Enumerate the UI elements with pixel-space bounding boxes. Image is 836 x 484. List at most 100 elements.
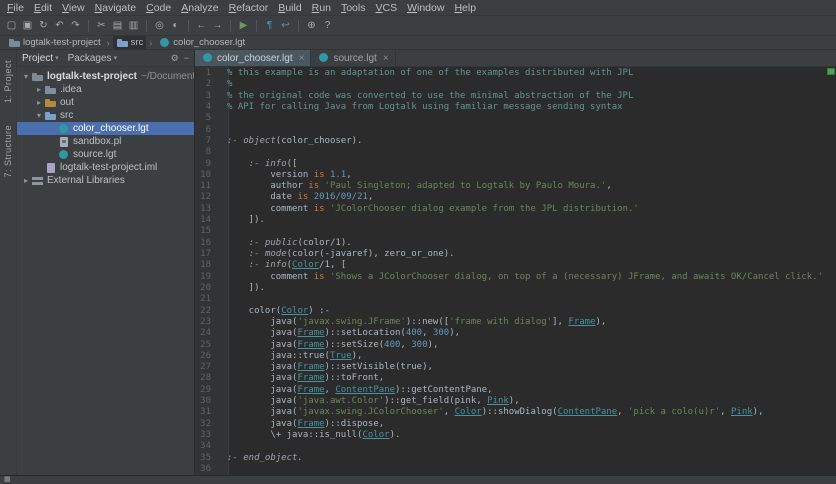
forward-icon[interactable]: → [210, 18, 225, 33]
line-number[interactable]: 20 [195, 283, 220, 294]
line-number[interactable]: 22 [195, 306, 220, 317]
line-number[interactable]: 27 [195, 362, 220, 373]
code-text[interactable]: ]). [220, 215, 265, 226]
editor-tab-color-chooser-lgt[interactable]: color_chooser.lgt × [195, 50, 312, 66]
code-text[interactable]: java(Frame)::setVisible(true), [220, 362, 433, 373]
line-number[interactable]: 31 [195, 407, 220, 418]
line-number[interactable]: 18 [195, 260, 220, 271]
line-number[interactable]: 2 [195, 79, 220, 90]
code-text[interactable]: author is 'Paul Singleton; adapted to Lo… [220, 181, 611, 192]
panel-tab-packages[interactable]: Packages ▾ [68, 53, 117, 64]
code-text[interactable]: java('javax.swing.JColorChooser', Color)… [220, 407, 763, 418]
help-icon[interactable]: ? [320, 18, 335, 33]
line-number[interactable]: 34 [195, 441, 220, 452]
code-text[interactable] [220, 441, 227, 452]
code-text[interactable]: % this example is an adaptation of one o… [220, 68, 633, 79]
close-icon[interactable]: × [383, 53, 389, 64]
code-text[interactable]: \+ java::is_null(Color). [220, 430, 400, 441]
line-number[interactable]: 30 [195, 396, 220, 407]
line-number[interactable]: 4 [195, 102, 220, 113]
line-number[interactable]: 9 [195, 159, 220, 170]
tree-item-source-lgt[interactable]: source.lgt [17, 148, 194, 161]
code-text[interactable]: java(Frame)::setSize(400, 300), [220, 340, 438, 351]
menu-item-vcs[interactable]: VCS [370, 2, 402, 14]
line-number[interactable]: 26 [195, 351, 220, 362]
code-editor[interactable]: 1 % this example is an adaptation of one … [195, 68, 828, 475]
synchronize-icon[interactable]: ↻ [36, 18, 51, 33]
scrollbar-stripe[interactable] [828, 67, 836, 475]
code-text[interactable]: java(Frame)::setLocation(400, 300), [220, 328, 460, 339]
open-project-icon[interactable]: ▢ [4, 18, 19, 33]
back-icon[interactable]: ← [194, 18, 209, 33]
replace-icon[interactable]: ◐ [168, 18, 183, 33]
find-icon[interactable]: ◎ [152, 18, 167, 33]
breadcrumb-color-chooser-lgt[interactable]: color_chooser.lgt [155, 36, 248, 49]
code-text[interactable]: comment is 'JColorChooser dialog example… [220, 204, 638, 215]
tree-item-color-chooser-lgt[interactable]: color_chooser.lgt [17, 122, 194, 135]
code-text[interactable]: version is 1.1, [220, 170, 351, 181]
line-number[interactable]: 33 [195, 430, 220, 441]
menu-item-view[interactable]: View [57, 2, 90, 14]
code-text[interactable]: java('javax.swing.JFrame')::new(['frame … [220, 317, 606, 328]
menu-item-refactor[interactable]: Refactor [224, 2, 274, 14]
code-text[interactable]: :- public(color/1). [220, 238, 352, 249]
code-text[interactable]: java('java.awt.Color')::get_field(pink, … [220, 396, 519, 407]
pilcrow-icon[interactable]: ¶ [262, 18, 277, 33]
line-number[interactable]: 7 [195, 136, 220, 147]
code-text[interactable] [220, 464, 227, 475]
code-text[interactable]: % [220, 79, 232, 90]
chevron-collapsed-icon[interactable]: ▸ [34, 85, 44, 94]
code-text[interactable] [220, 147, 227, 158]
menu-item-run[interactable]: Run [307, 2, 336, 14]
code-text[interactable]: :- mode(color(-javaref), zero_or_one). [220, 249, 455, 260]
run-icon[interactable]: ▶ [236, 18, 251, 33]
line-number[interactable]: 24 [195, 328, 220, 339]
cut-icon[interactable]: ✂ [94, 18, 109, 33]
line-number[interactable]: 10 [195, 170, 220, 181]
settings-icon[interactable]: ⚙ [171, 53, 179, 64]
tree-item-sandbox-pl[interactable]: sandbox.pl [17, 135, 194, 148]
line-number[interactable]: 28 [195, 373, 220, 384]
code-text[interactable]: java(Frame)::dispose, [220, 419, 384, 430]
line-number[interactable]: 13 [195, 204, 220, 215]
line-number[interactable]: 11 [195, 181, 220, 192]
code-text[interactable] [220, 294, 227, 305]
code-text[interactable] [220, 226, 227, 237]
line-number[interactable]: 5 [195, 113, 220, 124]
code-text[interactable]: java::true(True), [220, 351, 362, 362]
menu-item-tools[interactable]: Tools [336, 2, 371, 14]
save-all-icon[interactable]: ▣ [20, 18, 35, 33]
chevron-collapsed-icon[interactable]: ▸ [34, 98, 44, 107]
breadcrumb-logtalk-test-project[interactable]: logtalk-test-project [5, 36, 104, 49]
menu-item-edit[interactable]: Edit [29, 2, 57, 14]
line-number[interactable]: 12 [195, 192, 220, 203]
menu-item-code[interactable]: Code [141, 2, 176, 14]
code-text[interactable]: java(Frame, ContentPane)::getContentPane… [220, 385, 492, 396]
chevron-expanded-icon[interactable]: ▾ [21, 72, 31, 81]
tree-item-out[interactable]: ▸ out [17, 96, 194, 109]
inspection-status-indicator[interactable] [827, 68, 835, 75]
line-number[interactable]: 36 [195, 464, 220, 475]
menu-item-window[interactable]: Window [402, 2, 449, 14]
panel-tab-project[interactable]: Project ▾ [22, 53, 59, 64]
menu-item-analyze[interactable]: Analyze [176, 2, 223, 14]
editor-tab-source-lgt[interactable]: source.lgt × [311, 50, 396, 66]
line-number[interactable]: 15 [195, 226, 220, 237]
line-number[interactable]: 16 [195, 238, 220, 249]
line-number[interactable]: 21 [195, 294, 220, 305]
code-text[interactable] [220, 125, 227, 136]
undo-icon[interactable]: ↶ [52, 18, 67, 33]
code-text[interactable]: java(Frame)::toFront, [220, 373, 384, 384]
redo-icon[interactable]: ↷ [68, 18, 83, 33]
line-number[interactable]: 1 [195, 68, 220, 79]
line-number[interactable]: 14 [195, 215, 220, 226]
code-text[interactable]: comment is 'Shows a JColorChooser dialog… [220, 272, 823, 283]
menu-item-file[interactable]: File [2, 2, 29, 14]
line-number[interactable]: 8 [195, 147, 220, 158]
menu-item-build[interactable]: Build [273, 2, 306, 14]
editor-area[interactable]: 1 % this example is an adaptation of one … [195, 67, 836, 475]
line-number[interactable]: 19 [195, 272, 220, 283]
line-number[interactable]: 6 [195, 125, 220, 136]
line-number[interactable]: 3 [195, 91, 220, 102]
code-text[interactable]: :- info(Color/1, [ [220, 260, 347, 271]
